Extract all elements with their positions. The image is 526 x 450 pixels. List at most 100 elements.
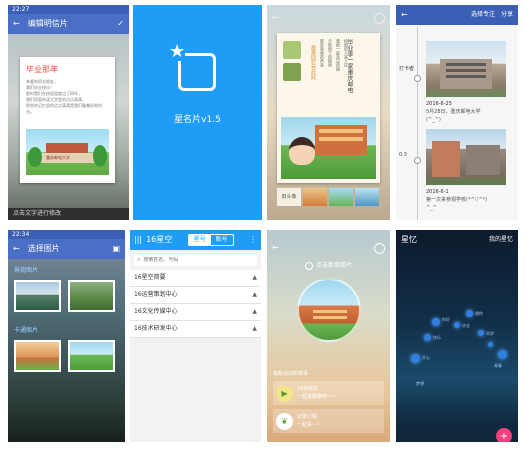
entry-note: 5月28日，重庆邮电大学 — [426, 109, 481, 115]
list-item[interactable]: 16运营策划中心 ▲ — [130, 287, 261, 304]
timeline-photo-1[interactable] — [426, 41, 506, 97]
poem-card[interactable]: 毕业季一家重庆邮电 最美回忆在此时 校园的人来人往 曾经一起走过的路 夕阳西下的… — [277, 33, 380, 183]
share-icon[interactable] — [374, 12, 385, 24]
star-label: 同学 — [486, 331, 494, 336]
tab-star-number[interactable]: 星号 — [188, 235, 211, 245]
share-button[interactable]: 分享 — [501, 11, 513, 19]
star-icon: ★ — [169, 41, 186, 62]
app-bar: ||| 16星空 星号 账号 ⋮ — [130, 230, 261, 250]
thumb-strip: 旧头像 — [267, 188, 390, 208]
my-memories-button[interactable]: 我的星忆 — [489, 236, 513, 244]
thumb-3[interactable] — [355, 188, 379, 206]
star-label: 想你 — [475, 311, 483, 316]
expand-icon: ▲ — [252, 308, 257, 315]
add-memory-fab[interactable]: + — [496, 428, 512, 442]
item-subtitle: 一起来~~ — [297, 422, 321, 428]
timeline-photo-2[interactable] — [426, 129, 506, 185]
sticker-1[interactable] — [283, 41, 301, 59]
check-icon[interactable]: ✓ — [117, 19, 124, 29]
list-item-label: 16星空简要 — [134, 274, 166, 281]
card-line: 那些的记忆里的点点滴滴是我们最美好的时光。 — [26, 103, 102, 114]
expand-icon: ▲ — [252, 325, 257, 332]
card-lines[interactable]: 亲爱的同志朋友， 我们毕业快乐！ 那时我们在校园里度过了四年， 我们同窗共读大学… — [26, 79, 109, 115]
list-item-label: 16文化传媒中心 — [134, 308, 178, 315]
search-box[interactable]: ⌕ — [134, 254, 257, 266]
timeline-node — [414, 157, 421, 164]
page-title: 星忆 — [401, 235, 417, 244]
star-field: 你好 快乐 开心 毕业 想你 同学 青春 梦想 — [396, 250, 518, 442]
app-name: 星名片v1.5 — [174, 115, 221, 125]
star-label: 快乐 — [433, 335, 441, 340]
star-label: 梦想 — [416, 381, 424, 386]
tab-switch: 星号 账号 — [187, 234, 234, 246]
panel-timeline: ← 选择专注 分享 打卡者 2016-6-25 5月28日，重庆邮电大学 (^_… — [396, 5, 518, 220]
tab-account[interactable]: 账号 — [211, 235, 233, 245]
status-bar: 22:34 — [8, 230, 125, 239]
panel-poem-card: ← 毕业季一家重庆邮电 最美回忆在此时 校园的人来人往 曾经一起走过的路 夕阳西… — [267, 5, 390, 220]
postcard[interactable]: 毕业那年 亲爱的同志朋友， 我们毕业快乐！ 那时我们在校园里度过了四年， 我们同… — [20, 57, 115, 183]
item-title: 记录心情 — [297, 414, 318, 420]
list-item[interactable]: 16星空简要 ▲ — [130, 270, 261, 287]
add-photo-hint[interactable]: 点击新增照片 — [305, 262, 352, 270]
entry-note: ^_^ — [426, 205, 437, 211]
star-label: 开心 — [422, 355, 430, 360]
timeline-node — [414, 75, 421, 82]
activity-list: 最新活动新鲜事 ▶ 16级新生 一起来聊聊吧~~ ❦ 记录心情 一起来~~ — [273, 370, 384, 433]
card-illustration: 重庆邮电大学 — [26, 129, 109, 175]
back-arrow-icon[interactable]: ← — [13, 19, 20, 29]
status-time: 22:27 — [12, 5, 30, 13]
timeline-label: 打卡者 — [399, 66, 415, 72]
star-node[interactable] — [411, 354, 420, 363]
list-item[interactable]: 16技术研发中心 ▲ — [130, 321, 261, 338]
thumb-2[interactable] — [329, 188, 353, 206]
panel-star-map: 星忆 我的星忆 你好 快乐 开心 毕业 想你 同学 青春 梦想 + — [396, 230, 518, 442]
thumb-1[interactable] — [303, 188, 327, 206]
vertical-subtitle: 最美回忆在此时 — [310, 45, 316, 80]
image-option[interactable] — [14, 280, 61, 312]
panel-edit-postcard: 22:27 ← 编辑明信片 ✓ 毕业那年 亲爱的同志朋友， 我们毕业快乐！ 那时… — [8, 5, 129, 220]
back-arrow-icon[interactable]: ← — [13, 244, 20, 254]
star-node[interactable] — [432, 318, 440, 326]
card-heading[interactable]: 毕业那年 — [26, 65, 109, 75]
app-bar: ← 编辑明信片 ✓ — [8, 14, 129, 34]
star-node[interactable] — [478, 330, 484, 336]
back-arrow-icon[interactable]: ← — [272, 243, 279, 253]
panel-group-list: ||| 16星空 星号 账号 ⋮ ⌕ 16星空简要 ▲ 16运营策划中心 ▲ 1… — [130, 230, 261, 442]
activity-item[interactable]: ▶ 16级新生 一起来聊聊吧~~ — [273, 381, 384, 405]
add-photo-text: 点击新增照片 — [316, 262, 353, 269]
page-title: 选择图片 — [27, 244, 60, 253]
star-node[interactable] — [424, 334, 431, 341]
circle-photo[interactable] — [297, 278, 361, 342]
image-option[interactable] — [68, 340, 115, 372]
character-avatar — [289, 137, 315, 165]
plus-icon: + — [499, 430, 509, 442]
section-title: 景观图片 — [14, 267, 39, 274]
image-option[interactable] — [68, 280, 115, 312]
entry-date: 2016-6-1 — [426, 189, 449, 195]
thumb-avatar[interactable]: 旧头像 — [277, 188, 301, 206]
list-item-label: 16技术研发中心 — [134, 325, 178, 332]
entry-note: (^_^) — [426, 117, 441, 123]
leaf-icon: ❦ — [276, 412, 293, 430]
star-node[interactable] — [498, 350, 507, 359]
back-arrow-icon[interactable]: ← — [401, 10, 408, 20]
star-node[interactable] — [488, 342, 493, 347]
star-label: 毕业 — [462, 323, 470, 328]
star-node[interactable] — [454, 322, 460, 328]
image-option[interactable] — [14, 340, 61, 372]
search-input[interactable] — [143, 257, 254, 263]
expand-icon: ▲ — [252, 291, 257, 298]
more-icon[interactable]: ⋮ — [249, 235, 257, 245]
activity-item[interactable]: ❦ 记录心情 一起来~~ — [273, 409, 384, 433]
share-icon[interactable] — [374, 242, 385, 254]
app-bar: ← 选择专注 分享 — [396, 5, 518, 25]
back-arrow-icon[interactable]: ← — [272, 13, 279, 23]
timeline-label: 0.3 — [399, 152, 407, 158]
star-node[interactable] — [466, 310, 473, 317]
sticker-2[interactable] — [283, 63, 301, 81]
select-focus-button[interactable]: 选择专注 — [471, 11, 495, 19]
poem-lines: 校园的人来人往 曾经一起走过的路 夕阳西下的操场 那些熟悉的声音 — [319, 39, 349, 109]
list-item[interactable]: 16文化传媒中心 ▲ — [130, 304, 261, 321]
menu-icon[interactable]: ||| — [134, 235, 142, 245]
camera-icon[interactable]: ▣ — [112, 244, 120, 254]
